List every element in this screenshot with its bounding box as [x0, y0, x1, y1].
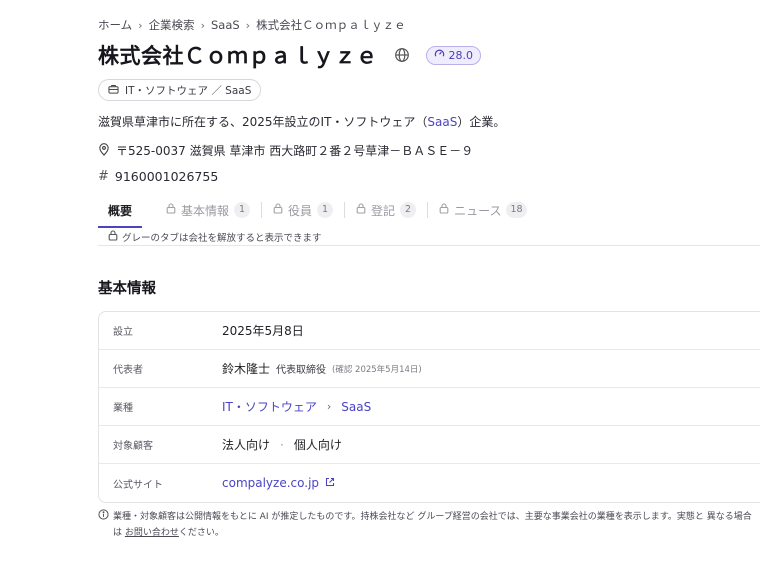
- founded-date: 2025年5月8日: [222, 324, 304, 338]
- tab-basic-info-count: 1: [234, 202, 251, 218]
- external-link-icon[interactable]: [325, 476, 335, 490]
- info-label: 業種: [113, 403, 133, 414]
- info-row-customers: 対象顧客 法人向け · 個人向け: [99, 426, 760, 464]
- info-label: 代表者: [113, 365, 143, 376]
- info-value-customers: 法人向け · 個人向け: [222, 436, 342, 453]
- company-description: 滋賀県草津市に所在する、2025年設立のIT・ソフトウェア（SaaS）企業。: [98, 113, 505, 130]
- info-value-industry: IT・ソフトウェア › SaaS: [222, 398, 371, 415]
- tab-divider: [427, 202, 429, 218]
- briefcase-icon: [108, 84, 119, 97]
- description-text-end: ）企業。: [457, 115, 506, 129]
- info-row-website: 公式サイト compalyze.co.jp: [99, 464, 760, 502]
- dot-separator: ·: [280, 437, 284, 452]
- customer-type-b2c: 個人向け: [293, 438, 342, 452]
- title-row: 株式会社Ｃｏｍｐａｌｙｚｅ 28.0: [98, 40, 481, 70]
- chevron-right-icon: ›: [245, 18, 251, 32]
- ai-disclaimer: 業種・対象顧客は公開情報をもとに AI が推定したものです。持株会社など グルー…: [98, 509, 760, 541]
- info-label: 設立: [113, 327, 133, 338]
- tab-news[interactable]: ニュース 18: [439, 196, 527, 224]
- industry-secondary-link[interactable]: SaaS: [341, 400, 371, 414]
- website-link[interactable]: compalyze.co.jp: [222, 476, 319, 490]
- tab-divider: [261, 202, 263, 218]
- tab-divider: [344, 202, 346, 218]
- locked-tabs-note: グレーのタブは会社を解放すると表示できます: [108, 230, 322, 244]
- customer-type-b2b: 法人向け: [222, 438, 271, 452]
- corporate-number-value: 9160001026755: [114, 169, 219, 184]
- tab-news-label: ニュース: [454, 203, 502, 218]
- tab-basic-info-label: 基本情報: [181, 203, 230, 218]
- section-title-basic-info: 基本情報: [98, 281, 156, 297]
- breadcrumb-company-search[interactable]: 企業検索: [149, 17, 195, 33]
- info-icon: [98, 509, 109, 526]
- tab-overview-label: 概要: [108, 203, 133, 218]
- hash-icon: #: [98, 169, 109, 184]
- info-row-founded: 設立 2025年5月8日: [99, 312, 760, 350]
- disclaimer-text-3: ください。: [178, 528, 224, 538]
- breadcrumb-saas[interactable]: SaaS: [211, 18, 240, 32]
- chevron-right-icon: ›: [326, 400, 332, 413]
- corporate-number: # 9160001026755: [98, 169, 218, 184]
- chevron-right-icon: ›: [138, 18, 143, 32]
- description-text: 滋賀県草津市に所在する、2025年設立のIT・ソフトウェア（: [98, 115, 428, 129]
- locked-tabs-note-text: グレーのタブは会社を解放すると表示できます: [122, 233, 322, 244]
- lock-icon: [356, 203, 366, 217]
- tab-bar: 概要 基本情報 1 役員 1 登記 2 ニュース 18 グレーのタブは会社を解放…: [98, 196, 760, 246]
- gauge-icon: [434, 48, 445, 62]
- lock-icon: [439, 203, 449, 217]
- tab-registration[interactable]: 登記 2: [356, 196, 417, 224]
- tab-officers[interactable]: 役員 1: [273, 196, 334, 224]
- category-tag-label: IT・ソフトウェア ／ SaaS: [125, 84, 252, 97]
- tab-registration-count: 2: [400, 202, 417, 218]
- breadcrumb: ホーム › 企業検索 › SaaS › 株式会社Ｃｏｍｐａｌｙｚｅ: [98, 17, 406, 33]
- description-saas-link[interactable]: SaaS: [427, 115, 457, 129]
- lock-icon: [273, 203, 283, 217]
- address-text: 〒525-0037 滋賀県 草津市 西大路町２番２号草津－ＢＡＳＥ－９: [116, 144, 474, 158]
- info-value-representative: 鈴木隆士 代表取締役 (確認 2025年5月14日): [222, 360, 422, 377]
- disclaimer-text-2: は: [113, 528, 125, 538]
- tab-officers-label: 役員: [288, 203, 313, 218]
- chevron-right-icon: ›: [200, 18, 205, 32]
- tab-news-count: 18: [506, 202, 527, 218]
- breadcrumb-current: 株式会社Ｃｏｍｐａｌｙｚｅ: [256, 18, 406, 32]
- basic-info-table: 設立 2025年5月8日 代表者 鈴木隆士 代表取締役 (確認 2025年5月1…: [98, 311, 760, 503]
- tab-overview[interactable]: 概要: [98, 196, 143, 228]
- tab-officers-count: 1: [317, 202, 334, 218]
- tab-registration-label: 登記: [371, 203, 396, 218]
- disclaimer-text: 業種・対象顧客は公開情報をもとに AI が推定したものです。持株会社など グルー…: [113, 512, 752, 522]
- breadcrumb-home[interactable]: ホーム: [98, 17, 132, 33]
- score-value: 28.0: [448, 48, 474, 62]
- industry-primary-link[interactable]: IT・ソフトウェア: [222, 398, 317, 415]
- lock-icon: [108, 230, 118, 244]
- info-label: 公式サイト: [113, 479, 163, 491]
- info-value-founded: 2025年5月8日: [222, 322, 304, 339]
- category-tag: IT・ソフトウェア ／ SaaS: [98, 79, 262, 101]
- info-label: 対象顧客: [113, 441, 153, 452]
- page-title: 株式会社Ｃｏｍｐａｌｙｚｅ: [98, 44, 378, 68]
- lock-icon: [166, 203, 176, 217]
- representative-role: 代表取締役: [276, 365, 327, 376]
- tab-basic-info[interactable]: 基本情報 1: [166, 196, 251, 224]
- company-address: 〒525-0037 滋賀県 草津市 西大路町２番２号草津－ＢＡＳＥ－９: [98, 142, 473, 159]
- globe-icon[interactable]: [394, 47, 410, 63]
- info-row-industry: 業種 IT・ソフトウェア › SaaS: [99, 388, 760, 426]
- map-pin-icon: [98, 142, 110, 159]
- score-badge: 28.0: [425, 45, 481, 65]
- info-value-website: compalyze.co.jp: [222, 476, 335, 490]
- info-row-representative: 代表者 鈴木隆士 代表取締役 (確認 2025年5月14日): [99, 350, 760, 388]
- representative-name: 鈴木隆士: [222, 362, 271, 376]
- contact-link[interactable]: お問い合わせ: [125, 528, 179, 538]
- representative-confirmed-date: (確認 2025年5月14日): [332, 364, 422, 375]
